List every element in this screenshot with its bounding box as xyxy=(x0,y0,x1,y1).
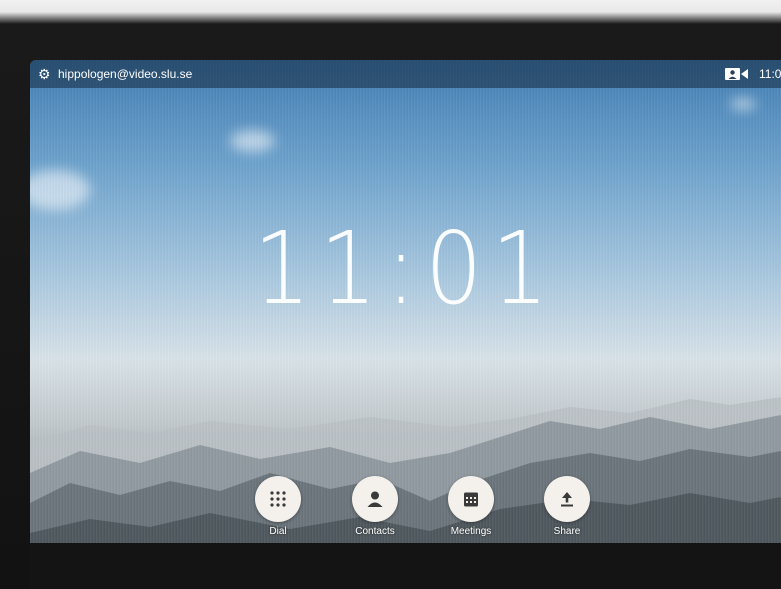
cloud xyxy=(30,170,90,210)
contacts-button-circle[interactable] xyxy=(352,476,398,522)
share-label: Share xyxy=(553,526,581,537)
cloud xyxy=(230,130,275,152)
meetings-button-circle[interactable] xyxy=(448,476,494,522)
contacts-button[interactable]: Contacts xyxy=(335,476,415,537)
status-time: 11:0 xyxy=(759,67,781,81)
share-button[interactable]: Share xyxy=(527,476,607,537)
dial-button[interactable]: Dial xyxy=(238,476,318,537)
status-right: 11:0 xyxy=(725,60,781,88)
contacts-label: Contacts xyxy=(355,526,395,537)
clock-display: 11:01 xyxy=(253,210,558,327)
meetings-button[interactable]: Meetings xyxy=(431,476,511,537)
video-camera-icon[interactable] xyxy=(725,67,749,81)
cloud xyxy=(730,98,756,110)
meetings-label: Meetings xyxy=(450,526,492,537)
device-bezel-bottom xyxy=(30,543,781,589)
status-bar: ⚙ hippologen@video.slu.se 11:0 xyxy=(30,60,781,88)
calendar-icon xyxy=(464,492,478,507)
account-address: hippologen@video.slu.se xyxy=(58,67,193,81)
gear-icon[interactable]: ⚙ xyxy=(38,67,52,81)
person-icon xyxy=(367,491,383,507)
share-button-circle[interactable] xyxy=(544,476,590,522)
dial-label: Dial xyxy=(269,526,287,537)
upload-icon xyxy=(561,492,573,507)
dialpad-icon xyxy=(270,491,286,507)
dial-button-circle[interactable] xyxy=(255,476,301,522)
touch-panel-screen: ⚙ hippologen@video.slu.se 11:0 11:01 Dia… xyxy=(30,60,781,543)
